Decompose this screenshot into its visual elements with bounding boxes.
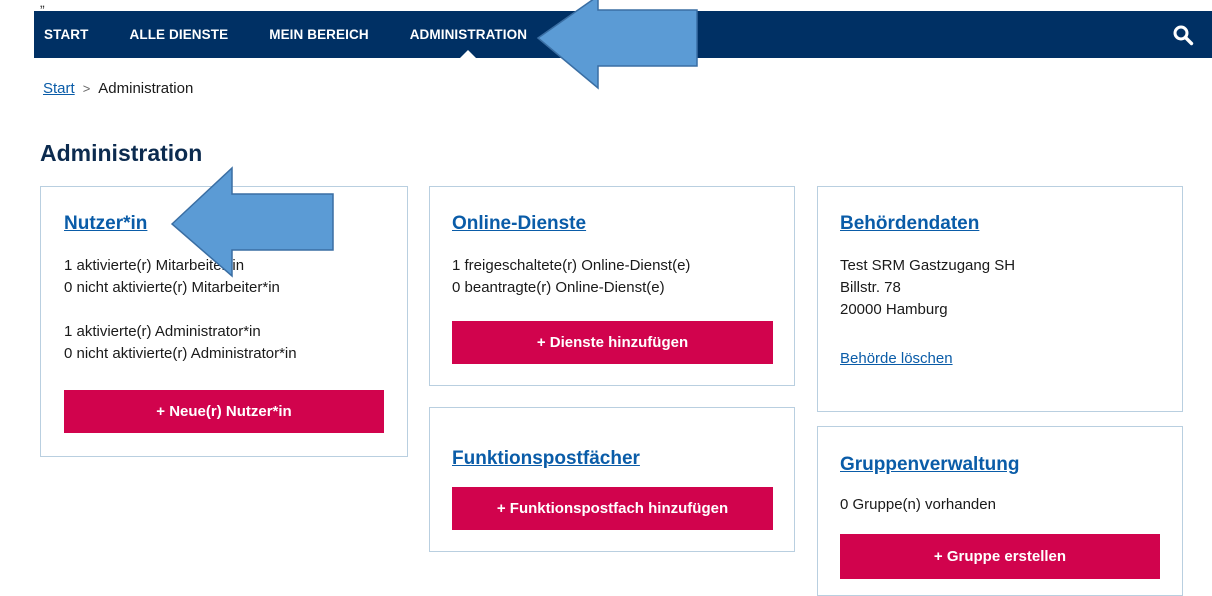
users-active-staff: 1 aktivierte(r) Mitarbeiter*in xyxy=(64,257,245,274)
users-inactive-admins: 0 nicht aktivierte(r) Administrator*in xyxy=(64,345,297,362)
breadcrumb-separator: > xyxy=(82,81,91,96)
create-group-button[interactable]: + Gruppe erstellen xyxy=(840,534,1160,579)
users-card-title[interactable]: Nutzer*in xyxy=(64,213,147,235)
breadcrumb: Start > Administration xyxy=(43,80,193,97)
search-icon xyxy=(1173,25,1194,46)
online-services-requested: 0 beantragte(r) Online-Dienst(e) xyxy=(452,279,665,296)
nav-item-mein-bereich[interactable]: MEIN BEREICH xyxy=(269,11,368,58)
nav-item-start[interactable]: START xyxy=(44,11,89,58)
online-services-card-title[interactable]: Online-Dienste xyxy=(452,213,586,235)
top-mark: „ xyxy=(40,0,45,10)
nav-item-alle-dienste[interactable]: ALLE DIENSTE xyxy=(130,11,229,58)
breadcrumb-home-link[interactable]: Start xyxy=(43,80,75,97)
nav-item-administration[interactable]: ADMINISTRATION xyxy=(410,11,527,58)
online-services-card: Online-Dienste 1 freigeschaltete(r) Onli… xyxy=(429,186,795,386)
function-mailboxes-card-title[interactable]: Funktionspostfächer xyxy=(452,448,640,470)
new-user-button[interactable]: + Neue(r) Nutzer*in xyxy=(64,390,384,433)
users-inactive-staff: 0 nicht aktivierte(r) Mitarbeiter*in xyxy=(64,279,280,296)
authority-name: Test SRM Gastzugang SH xyxy=(840,257,1016,274)
function-mailboxes-card: Funktionspostfächer + Funktionspostfach … xyxy=(429,407,795,552)
group-management-card: Gruppenverwaltung 0 Gruppe(n) vorhanden … xyxy=(817,426,1183,596)
online-services-active: 1 freigeschaltete(r) Online-Dienst(e) xyxy=(452,257,691,274)
users-active-admins: 1 aktivierte(r) Administrator*in xyxy=(64,323,261,340)
authority-data-card-title[interactable]: Behördendaten xyxy=(840,213,979,235)
authority-street: Billstr. 78 xyxy=(840,279,901,296)
delete-authority-link[interactable]: Behörde löschen xyxy=(840,350,953,367)
add-services-button[interactable]: + Dienste hinzufügen xyxy=(452,321,773,364)
users-card: Nutzer*in 1 aktivierte(r) Mitarbeiter*in… xyxy=(40,186,408,457)
authority-city: 20000 Hamburg xyxy=(840,301,948,318)
authority-data-card: Behördendaten Test SRM Gastzugang SH Bil… xyxy=(817,186,1183,412)
group-management-card-title[interactable]: Gruppenverwaltung xyxy=(840,454,1019,476)
add-function-mailbox-button[interactable]: + Funktionspostfach hinzufügen xyxy=(452,487,773,530)
main-navigation: START ALLE DIENSTE MEIN BEREICH ADMINIST… xyxy=(34,11,1212,58)
search-button[interactable] xyxy=(1172,24,1194,46)
breadcrumb-current: Administration xyxy=(98,80,194,97)
groups-count: 0 Gruppe(n) vorhanden xyxy=(840,496,996,513)
page-title: Administration xyxy=(40,140,203,166)
